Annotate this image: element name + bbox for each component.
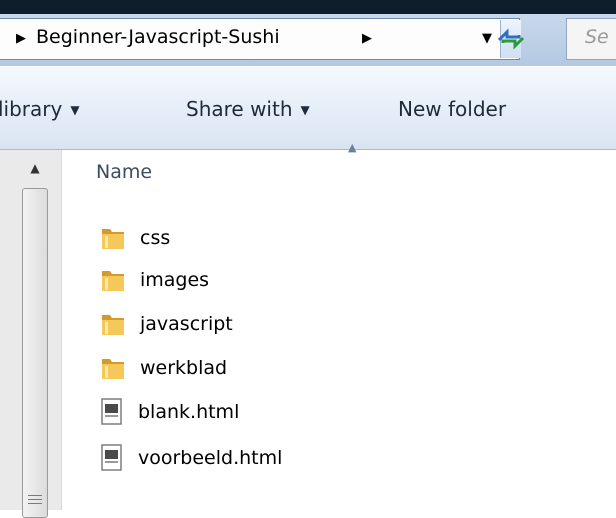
folder-icon (102, 229, 124, 249)
address-bar[interactable]: ▶ Beginner-Javascript-Sushi ▶ ▼ (0, 18, 525, 60)
scroll-up-icon[interactable]: ▲ (16, 150, 54, 186)
file-name: werkblad (140, 357, 228, 379)
share-with-label: Share with (186, 97, 293, 121)
command-bar: library ▼ Share with ▼ New folder (0, 66, 616, 150)
file-name: javascript (140, 313, 233, 335)
folder-icon (102, 271, 124, 291)
html-file-icon (101, 444, 122, 471)
address-row: ▶ Beginner-Javascript-Sushi ▶ ▼ (0, 14, 616, 66)
refresh-icon (497, 28, 525, 50)
search-input[interactable]: Se (566, 18, 616, 60)
column-header-name[interactable]: Name (96, 161, 152, 183)
search-placeholder: Se (585, 26, 609, 48)
file-name: voorbeeld.html (138, 447, 283, 469)
folder-icon (102, 359, 124, 379)
list-item[interactable]: javascript (100, 308, 233, 340)
file-name: images (140, 269, 210, 291)
vertical-scrollbar[interactable]: ▲ (0, 150, 62, 518)
list-item[interactable]: images (100, 264, 209, 296)
share-with-button[interactable]: Share with ▼ (186, 97, 310, 121)
html-file-icon (101, 398, 122, 425)
refresh-button[interactable] (497, 20, 525, 58)
list-item[interactable]: werkblad (100, 352, 227, 384)
scroll-thumb[interactable] (22, 188, 48, 518)
window-frame-top (0, 0, 616, 14)
list-item[interactable]: voorbeeld.html (100, 442, 282, 474)
sort-ascending-icon: ▲ (348, 141, 357, 154)
breadcrumb-item[interactable]: Beginner-Javascript-Sushi (36, 26, 280, 48)
chevron-down-icon: ▼ (300, 103, 310, 117)
include-in-library-button[interactable]: library ▼ (0, 97, 80, 121)
list-item[interactable]: css (100, 222, 170, 254)
file-name: blank.html (138, 401, 240, 423)
breadcrumb-chevron-left-icon[interactable]: ▶ (16, 31, 26, 46)
new-folder-button[interactable]: New folder (398, 97, 506, 121)
file-name: css (140, 227, 171, 249)
chevron-down-icon: ▼ (70, 103, 80, 117)
include-in-library-label: library (0, 97, 63, 121)
list-item[interactable]: blank.html (100, 396, 239, 428)
grip-icon (28, 495, 42, 507)
folder-icon (102, 315, 124, 335)
breadcrumb-chevron-right-icon[interactable]: ▶ (362, 31, 372, 46)
